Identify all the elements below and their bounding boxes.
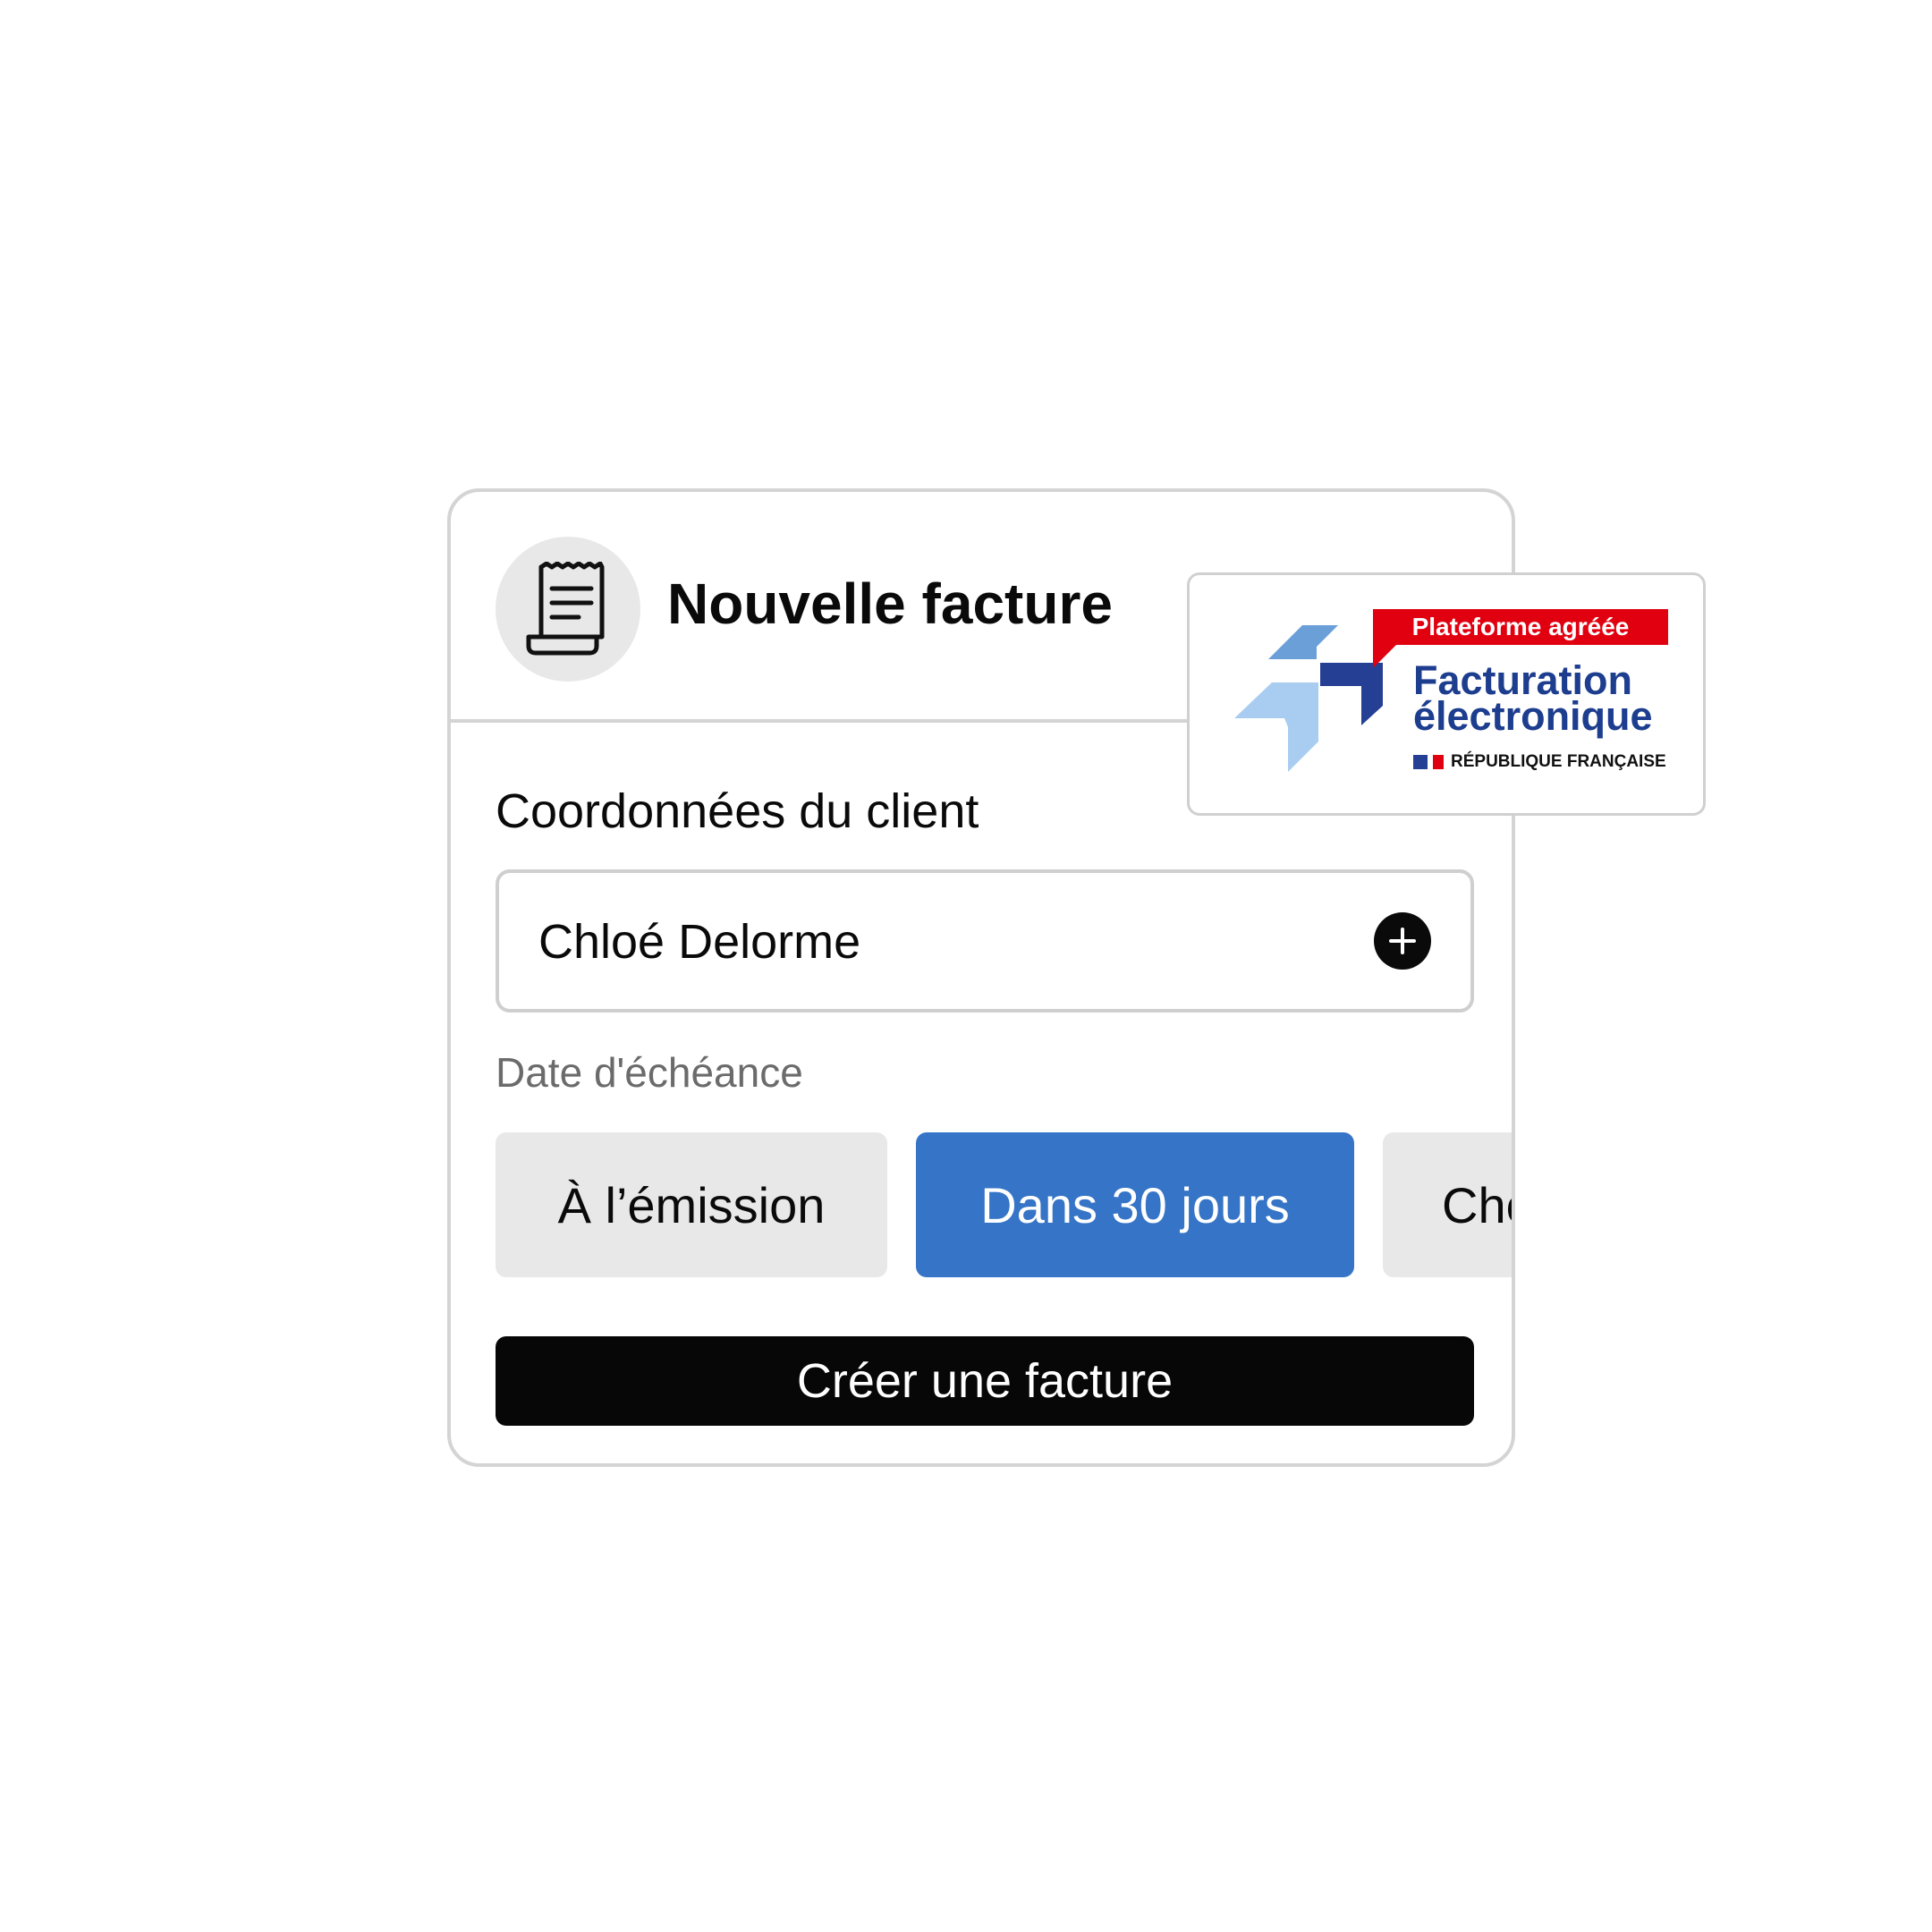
create-invoice-button[interactable]: Créer une facture <box>496 1336 1474 1426</box>
badge-ribbon: Plateforme agréée <box>1373 609 1668 645</box>
client-field[interactable]: Chloé Delorme <box>496 869 1474 1013</box>
badge-ribbon-tail <box>1373 645 1396 668</box>
due-option-on-issue[interactable]: À l’émission <box>496 1132 887 1277</box>
badge-title: Facturation électronique <box>1413 660 1653 739</box>
plus-icon[interactable] <box>1374 912 1431 970</box>
due-option-choose[interactable]: Cho <box>1383 1132 1512 1277</box>
facturation-logo-icon <box>1234 625 1383 772</box>
receipt-icon <box>496 537 640 682</box>
client-section-label: Coordonnées du client <box>496 784 979 838</box>
client-name: Chloé Delorme <box>538 915 861 969</box>
badge-subtitle: RÉPUBLIQUE FRANÇAISE <box>1413 752 1666 772</box>
due-date-label: Date d'échéance <box>496 1049 803 1096</box>
badge-subtitle-text: RÉPUBLIQUE FRANÇAISE <box>1451 752 1666 771</box>
card-title: Nouvelle facture <box>667 572 1113 636</box>
due-option-30-days[interactable]: Dans 30 jours <box>916 1132 1354 1277</box>
badge-title-line2: électronique <box>1413 693 1653 739</box>
certified-platform-badge: Plateforme agréée Facturation électroniq… <box>1187 572 1706 816</box>
french-flag-icon <box>1413 755 1444 769</box>
